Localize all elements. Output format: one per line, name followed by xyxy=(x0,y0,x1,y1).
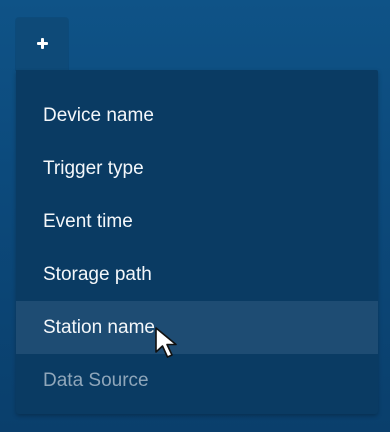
menu-item-device-name[interactable]: Device name xyxy=(16,89,378,142)
menu-item-event-time[interactable]: Event time xyxy=(16,195,378,248)
menu-item-data-source[interactable]: Data Source xyxy=(16,354,378,407)
menu-item-station-name[interactable]: Station name xyxy=(16,301,378,354)
plus-icon xyxy=(36,37,48,49)
field-dropdown-menu: Device name Trigger type Event time Stor… xyxy=(16,70,378,414)
mouse-cursor-icon xyxy=(155,327,177,358)
menu-item-trigger-type[interactable]: Trigger type xyxy=(16,142,378,195)
menu-item-storage-path[interactable]: Storage path xyxy=(16,248,378,301)
add-field-button[interactable] xyxy=(16,18,68,70)
